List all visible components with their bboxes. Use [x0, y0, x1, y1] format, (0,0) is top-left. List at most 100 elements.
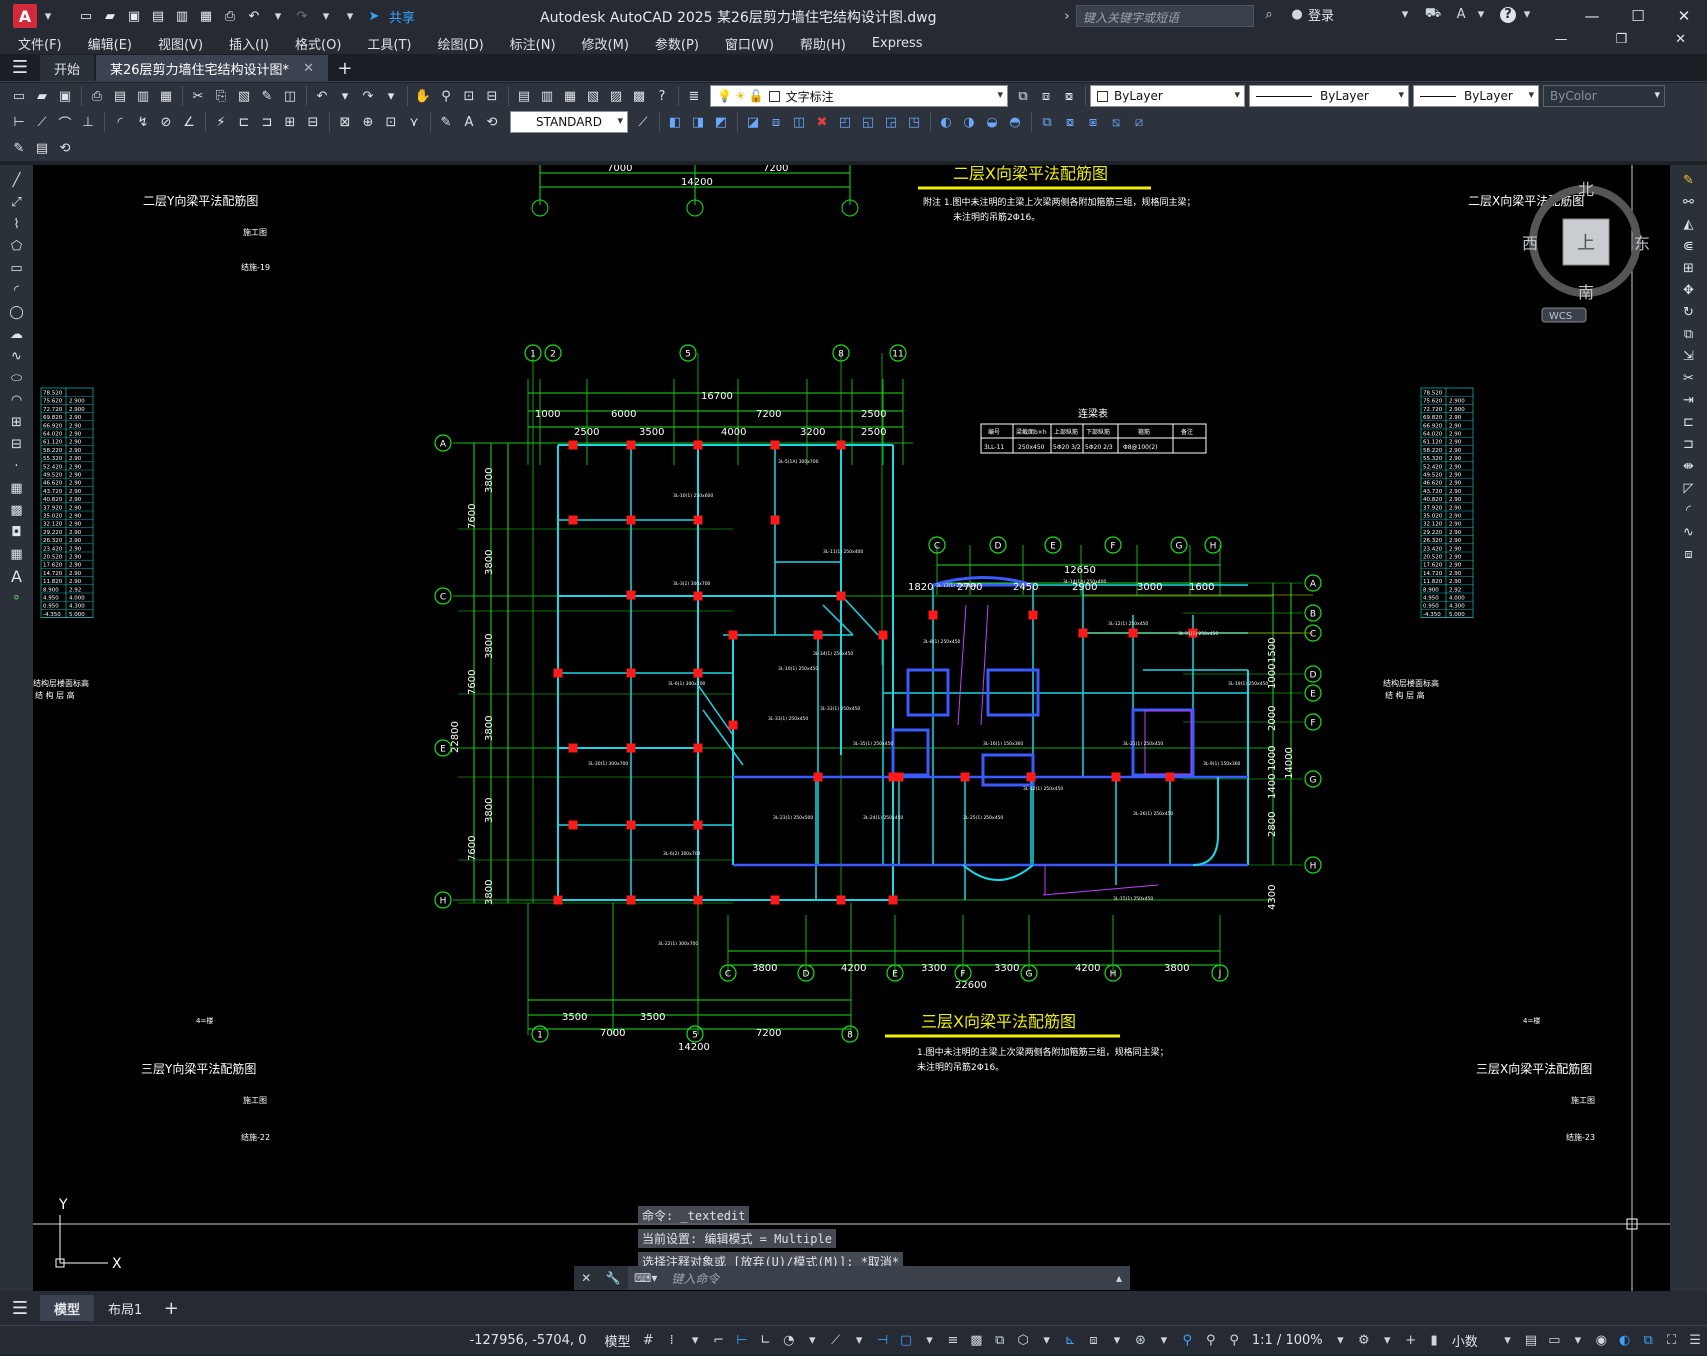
annotation-scale-value[interactable]: 1:1 / 100% — [1252, 1333, 1323, 1348]
construction-line-icon[interactable]: ⤢ — [5, 191, 29, 213]
a360-dropdown-icon[interactable]: ▾ — [1472, 6, 1490, 24]
center-mark-icon[interactable]: ⊕ — [357, 111, 379, 133]
selection-filter-icon[interactable]: ⧈ — [1084, 1330, 1103, 1352]
plot-preview-icon[interactable]: ▤ — [109, 85, 131, 107]
scale-icon[interactable]: ⧉ — [1677, 323, 1701, 345]
jogged-dim-icon[interactable]: ↯ — [132, 111, 154, 133]
visual-style-icon[interactable]: ◐ — [935, 111, 957, 133]
cut-icon[interactable]: ✂ — [187, 85, 209, 107]
redo-dropdown-icon[interactable]: ▾ — [380, 85, 402, 107]
search-icon[interactable]: ⌕ — [1260, 6, 1278, 24]
add-selected-icon[interactable]: ⚬ — [5, 587, 29, 609]
pan-icon[interactable]: ✋ — [412, 85, 434, 107]
menu-modify[interactable]: 修改(M) — [569, 34, 642, 53]
match-properties-icon[interactable]: ✎ — [256, 85, 278, 107]
3d-osnap-dropdown-icon[interactable]: ▾ — [1037, 1330, 1056, 1352]
help-icon[interactable]: ? — [651, 85, 673, 107]
plotstyle-combo[interactable]: ByColor — [1543, 85, 1665, 107]
inspection-icon[interactable]: ⊡ — [380, 111, 402, 133]
radius-dim-icon[interactable]: ◜ — [109, 111, 131, 133]
login-dropdown-icon[interactable]: ▾ — [1396, 6, 1414, 24]
region-icon[interactable]: ◘ — [5, 521, 29, 543]
object-snap-icon[interactable]: ▢ — [896, 1330, 915, 1352]
filter-dropdown-icon[interactable]: ▾ — [1107, 1330, 1126, 1352]
viewcube-west[interactable]: 西 — [1522, 234, 1538, 253]
zoom-realtime-icon[interactable]: ⚲ — [435, 85, 457, 107]
undo-dropdown-icon[interactable]: ▾ — [334, 85, 356, 107]
polar-tracking-icon[interactable]: ◔ — [779, 1330, 798, 1352]
move-icon[interactable]: ✥ — [1677, 279, 1701, 301]
units-dropdown-icon[interactable]: ▾ — [1498, 1330, 1517, 1352]
lock-dropdown-icon[interactable]: ▾ — [1568, 1330, 1587, 1352]
dim-space-icon[interactable]: ⊞ — [279, 111, 301, 133]
presspull-icon[interactable]: ⧈ — [765, 111, 787, 133]
ucs-previous-icon[interactable]: ⧆ — [1082, 111, 1104, 133]
aligned-dim-icon[interactable]: ⟋ — [31, 111, 53, 133]
spline-icon[interactable]: ∿ — [5, 345, 29, 367]
clean-screen-toggle-icon[interactable]: ⧉ — [1638, 1330, 1657, 1352]
autodesk-a360-icon[interactable]: A — [1452, 6, 1470, 24]
ucs-world-icon[interactable]: ⧇ — [1059, 111, 1081, 133]
offset-icon[interactable]: ⋐ — [1677, 235, 1701, 257]
infer-constraints-icon[interactable]: ⌐ — [709, 1330, 728, 1352]
sheet-set-icon[interactable]: ▧ — [582, 85, 604, 107]
polyline-icon[interactable]: ⌇ — [5, 213, 29, 235]
linetype-combo[interactable]: ByLayer — [1249, 85, 1409, 107]
user-icon[interactable]: ● — [1288, 6, 1306, 24]
extend-icon[interactable]: ⇥ — [1677, 389, 1701, 411]
file-tab-menu-icon[interactable]: ☰ — [0, 53, 40, 81]
viewcube-face-top[interactable]: 上 — [1577, 233, 1595, 254]
app-logo[interactable]: A — [13, 4, 37, 28]
layer-combo[interactable]: 💡 ☀ 🔓 文字标注 — [710, 85, 1008, 107]
help-icon[interactable]: ? — [1500, 6, 1517, 23]
tolerance-icon[interactable]: ⊠ — [334, 111, 356, 133]
doc-restore-icon[interactable]: ❐ — [1602, 32, 1640, 47]
join-icon[interactable]: ⇼ — [1677, 455, 1701, 477]
annotation-scale-icon[interactable]: ⚲ — [1224, 1330, 1243, 1352]
menu-help[interactable]: 帮助(H) — [787, 34, 859, 53]
quick-properties-icon[interactable]: ▤ — [1521, 1330, 1540, 1352]
redo-icon[interactable]: ↷ — [357, 85, 379, 107]
layout-menu-icon[interactable]: ☰ — [0, 1291, 40, 1325]
insert-block-icon[interactable]: ⊞ — [5, 411, 29, 433]
save-icon[interactable]: ▣ — [54, 85, 76, 107]
jogged-linear-icon[interactable]: ⋎ — [403, 111, 425, 133]
gizmo-icon[interactable]: ⊛ — [1131, 1330, 1150, 1352]
continue-dim-icon[interactable]: ⊐ — [256, 111, 278, 133]
menu-dimension[interactable]: 标注(N) — [497, 34, 569, 53]
subtract-icon[interactable]: ◱ — [857, 111, 879, 133]
command-input[interactable]: 键入命令 — [663, 1270, 1116, 1287]
viewcube-wcs[interactable]: WCS — [1549, 311, 1572, 322]
help-search-input[interactable]: 键入关键字或短语 — [1076, 5, 1254, 27]
close-command-icon[interactable]: ✕ — [581, 1271, 591, 1285]
fillet-icon[interactable]: ◜ — [1677, 499, 1701, 521]
slice-icon[interactable]: ◳ — [903, 111, 925, 133]
array-icon[interactable]: ⊞ — [1677, 257, 1701, 279]
materials-icon[interactable]: ◒ — [981, 111, 1003, 133]
mtext-icon[interactable]: A — [5, 565, 29, 587]
menu-edit[interactable]: 编辑(E) — [75, 34, 145, 53]
tab-layout1[interactable]: 布局1 — [94, 1295, 156, 1321]
menu-window[interactable]: 窗口(W) — [712, 34, 787, 53]
intersect-icon[interactable]: ◲ — [880, 111, 902, 133]
polygon-icon[interactable]: ⬠ — [5, 235, 29, 257]
trim-icon[interactable]: ✂ — [1677, 367, 1701, 389]
fullscreen-icon[interactable]: ⛶ — [1662, 1330, 1681, 1352]
solid-cone-icon[interactable]: ◩ — [710, 111, 732, 133]
export-icon[interactable]: ▦ — [197, 7, 215, 25]
menu-draw[interactable]: 绘图(D) — [425, 34, 497, 53]
explode-icon[interactable]: ⧈ — [1677, 543, 1701, 565]
viewcube-east[interactable]: 东 — [1634, 234, 1650, 253]
help-dropdown-icon[interactable]: ▾ — [1518, 6, 1536, 24]
baseline-dim-icon[interactable]: ⊏ — [233, 111, 255, 133]
tab-model[interactable]: 模型 — [40, 1295, 95, 1321]
customization-icon[interactable]: ☰ — [1685, 1330, 1704, 1352]
model-space-toggle[interactable]: 模型 — [604, 1331, 630, 1350]
gizmo-dropdown-icon[interactable]: ▾ — [1154, 1330, 1173, 1352]
dim-update-icon[interactable]: ⟲ — [481, 111, 503, 133]
diameter-dim-icon[interactable]: ⊘ — [155, 111, 177, 133]
angular-dim-icon[interactable]: ∠ — [178, 111, 200, 133]
layer-states-icon[interactable]: ⧇ — [1058, 85, 1080, 107]
plot-icon[interactable]: ⎙ — [221, 7, 239, 25]
markup-icon[interactable]: ▨ — [605, 85, 627, 107]
